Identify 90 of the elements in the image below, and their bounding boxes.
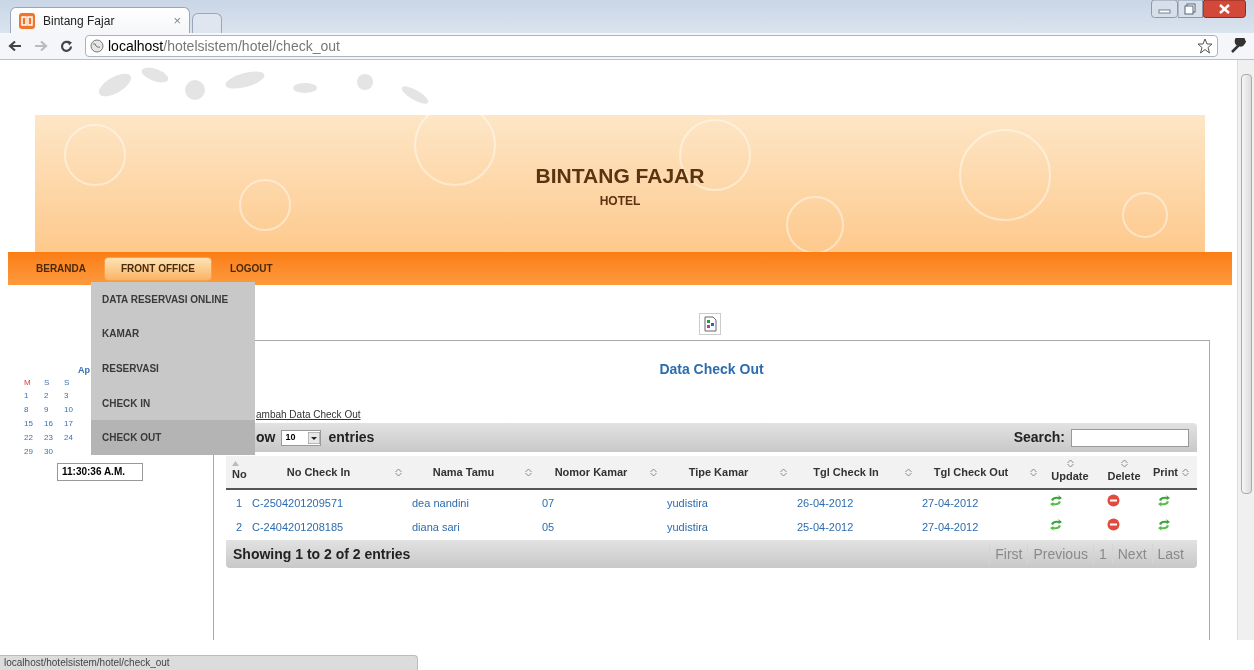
calendar-month: Ap: [78, 365, 90, 376]
clock-field: 11:30:36 A.M.: [57, 463, 143, 481]
table-cell: diana sari: [412, 521, 460, 533]
status-bar: localhost/hotelsistem/hotel/check_out: [0, 655, 418, 670]
menu-item[interactable]: CHECK IN: [91, 385, 255, 421]
hotel-title: BINTANG FAJAR: [535, 165, 705, 186]
add-data-link[interactable]: ambah Data Check Out: [256, 409, 361, 421]
table-cell: C-2404201208185: [252, 521, 344, 533]
url-text: localhost/hotelsistem/hotel/check_out: [108, 36, 341, 56]
calendar-day[interactable]: 22: [24, 431, 44, 445]
nav-item[interactable]: FRONT OFFICE: [104, 256, 212, 281]
site-favicon-icon: [19, 12, 35, 29]
sort-icon[interactable]: [1120, 459, 1128, 469]
update-arrows-icon[interactable]: [1049, 495, 1063, 507]
calendar-day[interactable]: 8: [24, 403, 44, 417]
wrench-icon[interactable]: [1230, 38, 1246, 54]
length-label: ow: [256, 428, 276, 447]
column-header[interactable]: Update: [1051, 468, 1089, 485]
menu-item[interactable]: RESERVASI: [91, 351, 255, 386]
broken-image-icon: [699, 313, 721, 335]
menu-item[interactable]: DATA RESERVASI ONLINE: [91, 282, 255, 317]
table-cell: 05: [542, 521, 555, 533]
star-icon[interactable]: [1197, 38, 1213, 54]
delete-icon[interactable]: [1107, 494, 1120, 507]
globe-icon: [90, 39, 104, 53]
menu-item[interactable]: KAMAR: [91, 316, 255, 352]
column-header[interactable]: Tgl Check Out: [933, 463, 1009, 481]
calendar-day[interactable]: 15: [24, 417, 44, 431]
forward-button[interactable]: [34, 40, 48, 52]
table-cell: 2: [236, 521, 243, 533]
weekday-label: S: [64, 377, 71, 389]
hotel-subtitle: HOTEL: [599, 193, 641, 210]
search-label: Search:: [1013, 428, 1065, 447]
column-header[interactable]: Tgl Check In: [813, 463, 879, 481]
minimize-button[interactable]: [1151, 0, 1178, 18]
reload-button[interactable]: [60, 39, 73, 53]
calendar-day[interactable]: 24: [64, 431, 84, 445]
calendar-day[interactable]: 23: [44, 431, 64, 445]
print-arrows-icon[interactable]: [1157, 519, 1171, 531]
sort-ascending-icon[interactable]: [232, 461, 239, 467]
entries-select[interactable]: 10: [281, 429, 322, 446]
calendar-day[interactable]: 30: [44, 445, 64, 459]
nav-item[interactable]: LOGOUT: [213, 256, 289, 281]
calendar-day[interactable]: 10: [64, 403, 84, 417]
dropdown-arrow-icon: [308, 431, 321, 444]
calendar-day[interactable]: 29: [24, 445, 44, 459]
back-button[interactable]: [8, 40, 22, 52]
address-bar[interactable]: localhost/hotelsistem/hotel/check_out: [85, 35, 1218, 57]
length-label: entries: [328, 428, 375, 447]
scrollbar[interactable]: [1237, 60, 1254, 640]
column-header[interactable]: Nomor Kamar: [554, 463, 628, 481]
weekday-label: S: [44, 377, 51, 389]
calendar-day[interactable]: 1: [24, 389, 44, 403]
table-cell: C-2504201209571: [252, 497, 344, 509]
table-cell: 25-04-2012: [797, 521, 854, 533]
calendar-day[interactable]: 3: [64, 389, 84, 403]
table-cell: 27-04-2012: [922, 521, 979, 533]
delete-icon[interactable]: [1107, 518, 1120, 531]
column-header[interactable]: No: [232, 466, 247, 483]
column-header[interactable]: No Check In: [286, 463, 351, 481]
table-cell: dea nandini: [412, 497, 469, 509]
column-header[interactable]: Delete: [1107, 468, 1141, 485]
menu-item[interactable]: CHECK OUT: [91, 420, 255, 455]
new-tab-button[interactable]: [192, 13, 222, 33]
sort-icon[interactable]: [1066, 459, 1074, 469]
tab-title: Bintang Fajar: [43, 12, 116, 30]
table-cell: 26-04-2012: [797, 497, 854, 509]
calendar-day[interactable]: 9: [44, 403, 64, 417]
weekday-label: M: [24, 377, 32, 389]
browser-tab[interactable]: Bintang Fajar ×: [10, 7, 190, 33]
column-header[interactable]: Print: [1152, 463, 1179, 481]
update-arrows-icon[interactable]: [1049, 519, 1063, 531]
table-cell: yudistira: [667, 497, 708, 509]
search-field[interactable]: [1071, 428, 1189, 447]
table-cell: 07: [542, 497, 555, 509]
table-cell: 1: [236, 497, 243, 509]
table-info: Showing 1 to 2 of 2 entries: [233, 544, 411, 564]
tab-close-button[interactable]: ×: [173, 10, 181, 31]
calendar-day[interactable]: 16: [44, 417, 64, 431]
table-cell: 27-04-2012: [922, 497, 979, 509]
column-header[interactable]: Nama Tamu: [432, 463, 495, 481]
table-cell: yudistira: [667, 521, 708, 533]
column-header[interactable]: Tipe Kamar: [688, 463, 749, 481]
calendar-day[interactable]: 17: [64, 417, 84, 431]
restore-button[interactable]: [1178, 0, 1203, 18]
panel-title: Data Check Out: [659, 360, 764, 379]
nav-item[interactable]: BERANDA: [20, 256, 102, 281]
calendar-day[interactable]: 2: [44, 389, 64, 403]
close-button[interactable]: [1203, 0, 1246, 18]
print-arrows-icon[interactable]: [1157, 495, 1171, 507]
